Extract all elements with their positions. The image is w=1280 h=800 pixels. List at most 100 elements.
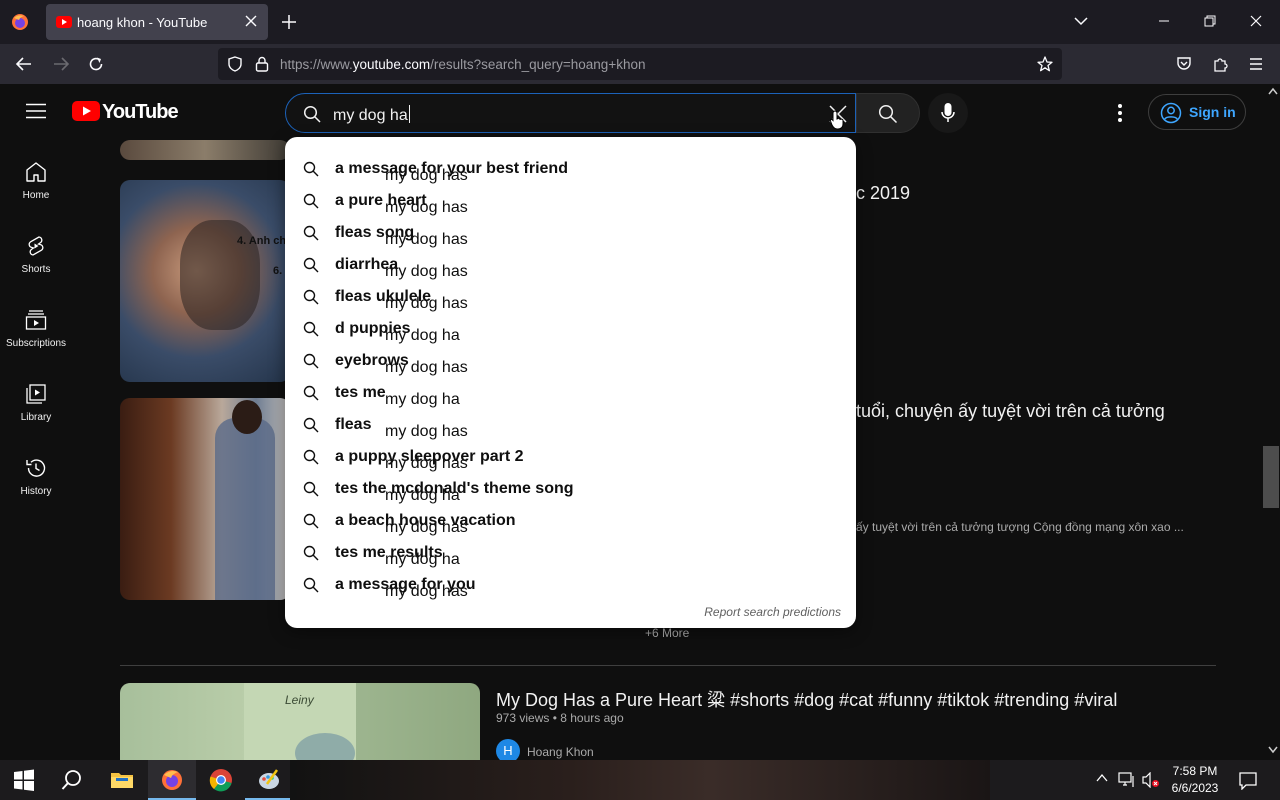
reload-icon[interactable]	[88, 56, 104, 72]
show-hidden-icons-icon[interactable]	[1096, 773, 1108, 783]
search-icon	[303, 481, 319, 497]
paint-taskbar-button[interactable]	[245, 760, 293, 800]
suggestion-typed-part: my dog has	[385, 583, 468, 600]
youtube-logo-text: YouTube	[102, 101, 179, 123]
address-bar[interactable]: https://www.youtube.com/results?search_q…	[218, 48, 1062, 80]
system-clock[interactable]: 7:58 PM 6/6/2023	[1160, 763, 1230, 797]
pocket-icon[interactable]	[1176, 56, 1192, 72]
search-icon	[303, 289, 319, 305]
page-scrollbar[interactable]	[1266, 84, 1280, 760]
search-suggestion-item[interactable]: my dog has a puppy sleepover part 2	[285, 441, 856, 473]
sign-in-button[interactable]: Sign in	[1148, 94, 1246, 130]
search-suggestion-item[interactable]: my dog has a message for you	[285, 569, 856, 601]
video-title[interactable]: tuổi, chuyện ấy tuyệt vời trên cả tưởng	[856, 401, 1165, 422]
new-tab-icon[interactable]	[281, 14, 297, 30]
channel-name[interactable]: Hoang Khon	[527, 745, 594, 759]
firefox-taskbar-button[interactable]	[148, 760, 196, 800]
scroll-up-arrow-icon[interactable]	[1268, 87, 1278, 95]
subscriptions-icon	[25, 310, 47, 330]
suggestion-typed-part: my dog ha	[385, 551, 460, 568]
search-suggestion-item[interactable]: my dog ha tes me	[285, 377, 856, 409]
suggestion-typed-part: my dog has	[385, 423, 468, 440]
url-text: https://www.youtube.com/results?search_q…	[280, 57, 646, 72]
suggestion-text: my dog has a puppy sleepover part 2	[335, 448, 524, 472]
bookmark-star-icon[interactable]	[1037, 56, 1053, 72]
file-explorer-button[interactable]	[98, 760, 146, 800]
search-button[interactable]	[856, 93, 920, 133]
search-suggestion-item[interactable]: my dog has a pure heart	[285, 185, 856, 217]
search-suggestion-item[interactable]: my dog has a message for your best frien…	[285, 153, 856, 185]
suggestion-text: my dog has a message for you	[335, 576, 476, 600]
shorts-icon	[28, 236, 44, 256]
firefox-menu-icon[interactable]	[10, 12, 30, 32]
scrollbar-thumb[interactable]	[1263, 446, 1279, 508]
extensions-icon[interactable]	[1212, 56, 1228, 72]
video-description: ấy tuyệt vời trên cả tưởng tượng Cộng đồ…	[856, 520, 1184, 534]
notifications-icon[interactable]	[1239, 772, 1257, 790]
search-input[interactable]: my dog ha	[285, 93, 856, 133]
guide-menu-icon[interactable]	[26, 103, 46, 119]
video-title[interactable]: My Dog Has a Pure Heart 粱 #shorts #dog #…	[496, 686, 1117, 712]
guide-item-home[interactable]: Home	[0, 140, 72, 214]
network-icon[interactable]	[1118, 772, 1136, 788]
search-suggestion-item[interactable]: my dog has fleas	[285, 409, 856, 441]
suggestion-text: my dog ha tes the mcdonald's theme song	[335, 480, 574, 504]
library-icon	[26, 384, 46, 404]
search-suggestion-item[interactable]: my dog has eyebrows	[285, 345, 856, 377]
guide-item-subscriptions[interactable]: Subscriptions	[0, 288, 72, 362]
search-icon	[303, 105, 321, 123]
suggestion-text: my dog has fleas song	[335, 224, 468, 248]
volume-muted-icon[interactable]	[1142, 772, 1160, 788]
browser-tab-bar: hoang khon - YouTube	[0, 0, 1280, 44]
suggestion-typed-part: my dog has	[385, 167, 468, 184]
app-menu-icon[interactable]	[1249, 57, 1263, 71]
close-window-icon[interactable]	[1250, 15, 1262, 27]
video-thumbnail[interactable]: Leiny	[120, 683, 480, 760]
video-title[interactable]: c 2019	[856, 183, 910, 204]
search-icon	[303, 545, 319, 561]
browser-tab-active[interactable]: hoang khon - YouTube	[46, 4, 268, 40]
list-all-tabs-icon[interactable]	[1074, 15, 1088, 27]
video-thumbnail[interactable]	[120, 140, 290, 160]
forward-icon[interactable]	[52, 56, 70, 72]
search-suggestion-item[interactable]: my dog has diarrhea	[285, 249, 856, 281]
browser-nav-bar: https://www.youtube.com/results?search_q…	[0, 44, 1280, 84]
suggestion-typed-part: my dog has	[385, 455, 468, 472]
channel-avatar[interactable]: H	[496, 739, 520, 760]
suggestion-text: my dog has eyebrows	[335, 352, 468, 376]
more-results-button[interactable]: +6 More	[645, 626, 689, 640]
lock-icon[interactable]	[255, 56, 269, 72]
search-suggestion-item[interactable]: my dog has fleas ukulele	[285, 281, 856, 313]
guide-item-history[interactable]: History	[0, 436, 72, 510]
search-suggestion-item[interactable]: my dog has fleas song	[285, 217, 856, 249]
search-suggestion-item[interactable]: my dog ha tes me results	[285, 537, 856, 569]
paint-palette-icon	[259, 769, 279, 789]
suggestion-typed-part: my dog has	[385, 263, 468, 280]
suggestion-text: my dog has diarrhea	[335, 256, 468, 280]
history-icon	[26, 459, 46, 477]
video-thumbnail[interactable]: 4. Anh ch 6.	[120, 180, 290, 382]
close-tab-icon[interactable]	[244, 14, 258, 28]
minimize-icon[interactable]	[1158, 15, 1170, 27]
settings-more-icon[interactable]	[1117, 104, 1123, 122]
search-suggestion-item[interactable]: my dog ha tes the mcdonald's theme song	[285, 473, 856, 505]
report-search-predictions-link[interactable]: Report search predictions	[704, 605, 841, 619]
video-thumbnail[interactable]	[120, 398, 290, 600]
suggestion-text: my dog has fleas ukulele	[335, 288, 468, 312]
search-icon	[878, 104, 898, 124]
voice-search-button[interactable]	[928, 93, 968, 133]
search-suggestion-item[interactable]: my dog has a beach house vacation	[285, 505, 856, 537]
guide-item-shorts[interactable]: Shorts	[0, 214, 72, 288]
guide-item-library[interactable]: Library	[0, 362, 72, 436]
taskbar-background-image	[290, 760, 990, 800]
start-button[interactable]	[0, 760, 48, 800]
youtube-logo[interactable]	[72, 101, 100, 121]
search-suggestion-item[interactable]: my dog ha d puppies	[285, 313, 856, 345]
suggestion-text: my dog ha tes me	[335, 384, 460, 408]
back-icon[interactable]	[15, 56, 33, 72]
taskbar-search-button[interactable]	[48, 760, 96, 800]
restore-icon[interactable]	[1204, 15, 1216, 27]
tracking-protection-shield-icon[interactable]	[227, 56, 243, 72]
scroll-down-arrow-icon[interactable]	[1268, 746, 1278, 754]
chrome-taskbar-button[interactable]	[197, 760, 245, 800]
